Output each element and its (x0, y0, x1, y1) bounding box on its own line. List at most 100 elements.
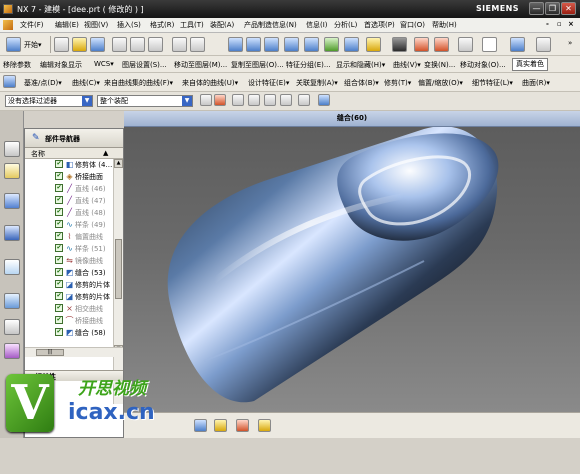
feature-tree-row[interactable]: ✔ ⇋ 镜像曲线 (25, 255, 113, 266)
scroll-up-arrow[interactable]: ▲ (114, 159, 123, 168)
hd3d-tools-icon[interactable] (4, 259, 20, 275)
curve-from-curves-button[interactable]: 来自曲线集的曲线(F)▾ (104, 78, 173, 88)
menu-pmi[interactable]: 产品制造信息(N) (244, 20, 297, 30)
feature-tree-row[interactable]: ✔ ◧ 修剪体 (4… (25, 159, 113, 170)
document-icon[interactable] (3, 20, 13, 30)
visibility-checkbox[interactable]: ✔ (55, 208, 63, 216)
visibility-checkbox[interactable]: ✔ (55, 172, 63, 180)
scroll-thumb[interactable] (115, 239, 122, 299)
move-to-layer-button[interactable]: 移动至图层(M)... (174, 60, 227, 70)
redo-icon[interactable] (190, 37, 205, 52)
feature-tree-row[interactable]: ✔ ⌇ 偏置曲线 (25, 231, 113, 242)
feature-tree-row[interactable]: ✔ ╱ 直线 (46) (25, 183, 113, 194)
mdi-restore-button[interactable]: ▫ (557, 20, 562, 28)
zoom-icon[interactable] (246, 37, 261, 52)
maximize-button[interactable]: ❐ (545, 2, 560, 15)
menu-help[interactable]: 帮助(H) (432, 20, 457, 30)
horizontal-scroll-thumb[interactable]: ||| (36, 349, 64, 356)
curve-select-icon[interactable] (298, 94, 310, 106)
close-button[interactable]: ✕ (561, 2, 576, 15)
motion-icon[interactable] (236, 419, 249, 432)
visibility-checkbox[interactable]: ✔ (55, 292, 63, 300)
edit-object-display-button[interactable]: 编辑对象显示 (40, 60, 82, 70)
snap-point-icon[interactable] (214, 94, 226, 106)
menu-assembly[interactable]: 装配(A) (210, 20, 234, 30)
feature-tree-row[interactable]: ✔ ◈ 桥接曲面 (25, 171, 113, 182)
visibility-checkbox[interactable]: ✔ (55, 160, 63, 168)
trim-button[interactable]: 修剪(T)▾ (384, 78, 411, 88)
copy-icon[interactable] (130, 37, 145, 52)
show-hide-button[interactable]: 显示和隐藏(H)▾ (336, 60, 385, 70)
zoom-window-icon[interactable] (284, 37, 299, 52)
detail-feature-button[interactable]: 细节特征(L)▾ (472, 78, 513, 88)
render-style-icon[interactable] (392, 37, 407, 52)
feature-tree-row[interactable]: ✔ ◪ 修剪的片体 (25, 279, 113, 290)
visibility-checkbox[interactable]: ✔ (55, 220, 63, 228)
part-navigator-header[interactable]: ✎ 部件导航器 (25, 129, 123, 148)
edge-select-icon[interactable] (280, 94, 292, 106)
feature-tree-row[interactable]: ✔ ⌒ 桥接曲线 (25, 315, 113, 326)
transform-button[interactable]: 变换(N)... (424, 60, 455, 70)
toolbar-overflow-button[interactable]: » (568, 39, 572, 47)
cut-icon[interactable] (112, 37, 127, 52)
shaded-icon[interactable] (366, 37, 381, 52)
part-navigator-icon[interactable] (4, 193, 20, 209)
new-file-icon[interactable] (54, 37, 69, 52)
body-select-icon[interactable] (248, 94, 260, 106)
view-icon[interactable] (194, 419, 207, 432)
orientation-icon[interactable] (414, 37, 429, 52)
zoom-in-out-icon[interactable] (264, 37, 279, 52)
mdi-minimize-button[interactable]: - (546, 20, 549, 28)
visibility-checkbox[interactable]: ✔ (55, 196, 63, 204)
curve-from-body-button[interactable]: 来自体的曲线(U)▾ (182, 78, 238, 88)
visibility-checkbox[interactable]: ✔ (55, 280, 63, 288)
associative-copy-button[interactable]: 关联复制(A)▾ (296, 78, 338, 88)
assembly-navigator-icon[interactable] (4, 141, 20, 157)
feature-tree-row[interactable]: ✔ ◩ 缝合 (53) (25, 267, 113, 278)
menu-info[interactable]: 信息(I) (306, 20, 328, 30)
visibility-checkbox[interactable]: ✔ (55, 328, 63, 336)
feature-tree-row[interactable]: ✔ ∿ 样条 (51) (25, 243, 113, 254)
visibility-checkbox[interactable]: ✔ (55, 316, 63, 324)
shortcut-icon[interactable] (258, 419, 271, 432)
type-filter-select[interactable]: 没有选择过滤器 ▼ (5, 95, 93, 107)
nx-app-icon[interactable] (3, 4, 13, 14)
graphics-window[interactable] (124, 111, 580, 412)
datum-point-button[interactable]: 基准/点(D)▾ (24, 78, 62, 88)
minimize-button[interactable]: — (529, 2, 544, 15)
reuse-library-icon[interactable] (4, 225, 20, 241)
remove-parameters-button[interactable]: 移除参数 (3, 60, 31, 70)
system-materials-icon[interactable] (4, 343, 20, 359)
wcs-button[interactable]: WCS▾ (94, 60, 114, 68)
feature-tree-row[interactable]: ✔ ╱ 直线 (48) (25, 207, 113, 218)
feature-tree-row[interactable]: ✔ ∿ 样条 (49) (25, 219, 113, 230)
menu-format[interactable]: 格式(R) (150, 20, 174, 30)
select-icon[interactable] (536, 37, 551, 52)
start-button[interactable]: 开始▾ (24, 40, 42, 50)
design-feature-button[interactable]: 设计特征(E)▾ (248, 78, 289, 88)
visibility-checkbox[interactable]: ✔ (55, 244, 63, 252)
menu-edit[interactable]: 编辑(E) (55, 20, 79, 30)
rotate-icon[interactable] (304, 37, 319, 52)
move-object-button[interactable]: 移动对象(O)... (460, 60, 506, 70)
layer-settings-button[interactable]: 图层设置(S)... (122, 60, 167, 70)
feature-group-button[interactable]: 特征分组(E)... (286, 60, 331, 70)
sort-indicator[interactable]: ▲ (103, 149, 108, 157)
open-folder-icon[interactable] (72, 37, 87, 52)
visibility-checkbox[interactable]: ✔ (55, 232, 63, 240)
feature-tree-row[interactable]: ✔ ◪ 修剪的片体 (25, 291, 113, 302)
pin-icon[interactable]: ✎ (32, 133, 40, 143)
save-icon[interactable] (90, 37, 105, 52)
menu-file[interactable]: 文件(F) (20, 20, 44, 30)
menu-insert[interactable]: 插入(S) (117, 20, 141, 30)
curve-button[interactable]: 曲线(V)▾ (393, 60, 421, 70)
fit-view-icon[interactable] (228, 37, 243, 52)
menu-view[interactable]: 视图(V) (84, 20, 108, 30)
menu-preferences[interactable]: 首选项(P) (364, 20, 395, 30)
name-column-header[interactable]: 名称 (31, 149, 45, 159)
visibility-checkbox[interactable]: ✔ (55, 304, 63, 312)
visibility-checkbox[interactable]: ✔ (55, 268, 63, 276)
paste-icon[interactable] (148, 37, 163, 52)
menu-window[interactable]: 窗口(O) (400, 20, 425, 30)
perspective-icon[interactable] (344, 37, 359, 52)
